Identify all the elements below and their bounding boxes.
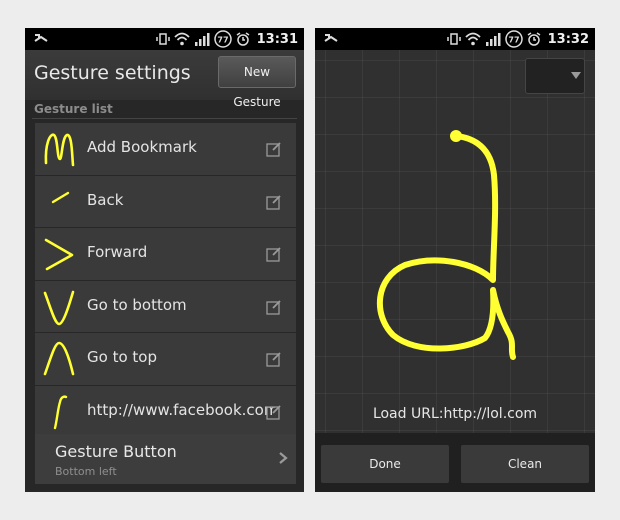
status-bar: 77 13:31 [25, 28, 304, 50]
status-bar: 77 13:32 [315, 28, 595, 50]
wifi-icon [464, 32, 481, 46]
gesture-caret-icon [43, 341, 75, 376]
list-item-label: Add Bookmark [87, 138, 197, 156]
alarm-icon [236, 32, 250, 46]
list-item-label: Go to top [87, 348, 157, 366]
chevron-right-icon [279, 452, 288, 464]
gesture-chevron-right-icon [44, 238, 74, 271]
new-gesture-button[interactable]: New Gesture [218, 56, 296, 109]
svg-text:77: 77 [508, 36, 519, 45]
edit-icon[interactable] [266, 141, 282, 157]
list-item-label: http://www.facebook.com [87, 400, 275, 419]
list-item-forward[interactable]: Forward [35, 228, 296, 280]
gesture-line-icon [51, 191, 70, 203]
gesture-button-subtitle: Bottom left [55, 465, 117, 478]
list-item-label: Go to bottom [87, 295, 187, 314]
edit-icon[interactable] [266, 404, 282, 420]
gesture-canvas[interactable] [315, 50, 595, 433]
list-item-back[interactable]: Back [35, 175, 296, 227]
battery-icon: 77 [504, 30, 523, 48]
gesture-s-curve-icon [53, 394, 68, 429]
gesture-m-icon [44, 133, 75, 167]
clean-button[interactable]: Clean [461, 445, 589, 483]
load-url-text: Load URL:http://lol.com [372, 406, 538, 422]
svg-text:77: 77 [217, 36, 228, 45]
edit-icon[interactable] [266, 194, 282, 210]
missed-call-icon [33, 31, 49, 45]
gesture-v-icon [43, 290, 75, 325]
edit-icon[interactable] [266, 299, 282, 315]
gesture-settings-screen: 77 13:31 Gesture settings New Gesture Ge… [25, 28, 304, 492]
list-item-go-to-bottom[interactable]: Go to bottom [35, 280, 296, 332]
list-item-add-bookmark[interactable]: Add Bookmark [35, 123, 296, 175]
drawn-gesture-stroke [376, 130, 516, 360]
vibrate-icon [155, 32, 170, 46]
list-item-go-to-top[interactable]: Go to top [35, 333, 296, 385]
gesture-list: Add Bookmark Back Forward Go to bottom G… [35, 123, 296, 438]
section-header: Gesture list [34, 102, 113, 116]
alarm-icon [527, 32, 541, 46]
page-title: Gesture settings [34, 62, 191, 84]
title-bar: Gesture settings New Gesture [25, 50, 304, 109]
signal-icon [194, 32, 210, 46]
missed-call-icon [323, 31, 339, 45]
edit-icon[interactable] [266, 351, 282, 367]
gesture-button-title: Gesture Button [55, 442, 177, 461]
gesture-button-setting[interactable]: Gesture Button Bottom left [35, 434, 296, 484]
battery-icon: 77 [213, 30, 232, 48]
list-item-label: Forward [87, 243, 148, 261]
bottom-action-bar: Done Clean [315, 433, 595, 492]
signal-icon [485, 32, 501, 46]
list-item-facebook[interactable]: http://www.facebook.com [35, 385, 296, 437]
wifi-icon [173, 32, 190, 46]
edit-icon[interactable] [266, 246, 282, 262]
clock: 13:31 [256, 31, 298, 47]
gesture-drawing-screen: 77 13:32 Load URL:http://lol.com Done Cl… [315, 28, 595, 492]
vibrate-icon [446, 32, 461, 46]
list-item-label: Back [87, 190, 124, 209]
done-button[interactable]: Done [321, 445, 449, 483]
divider [32, 118, 297, 119]
clock: 13:32 [547, 31, 589, 47]
